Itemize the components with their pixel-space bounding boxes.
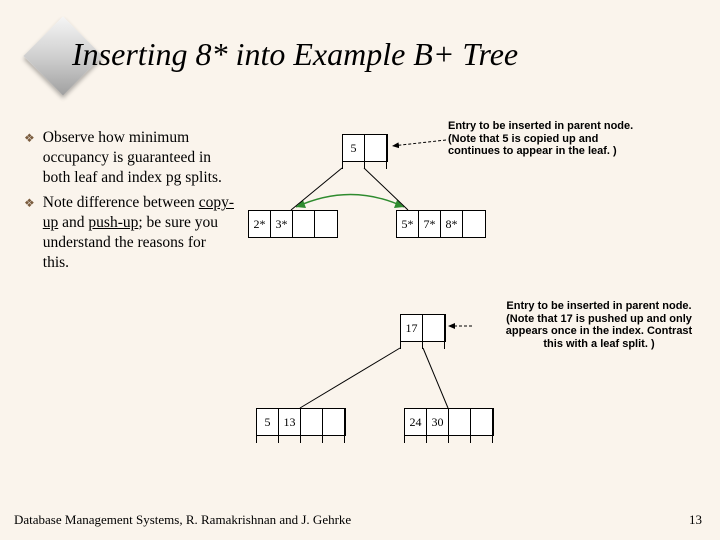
bullet-marker-icon: ❖	[24, 196, 35, 272]
page-number: 13	[689, 512, 702, 528]
node-cell: 2*	[249, 211, 271, 237]
annotation-line: appears once in the index. Contrast	[474, 325, 720, 338]
annotation-line: this with a leaf split. )	[474, 338, 720, 351]
annotation-line: Entry to be inserted in parent node.	[448, 120, 698, 133]
node-cell: 24	[405, 409, 427, 435]
bullet-item: ❖ Note difference between copy-up and pu…	[24, 193, 234, 272]
node-cell: 3*	[271, 211, 293, 237]
node-cell	[449, 409, 471, 435]
index-node-right: 24 30	[404, 408, 494, 436]
bullet-text-mid: and	[58, 214, 88, 231]
node-cell	[423, 315, 445, 341]
bullet-text-u2: push-up	[88, 214, 138, 231]
tree-diagram: 5 Entry to be inserted in parent node. (…	[236, 118, 716, 478]
node-cell: 7*	[419, 211, 441, 237]
parent-node-top: 5	[342, 134, 388, 162]
node-cell: 13	[279, 409, 301, 435]
node-cell	[365, 135, 387, 161]
annotation-line: (Note that 5 is copied up and	[448, 133, 698, 146]
bullet-text-pre: Note difference between	[43, 194, 199, 211]
annotation-push-up: Entry to be inserted in parent node. (No…	[474, 300, 720, 351]
bullet-marker-icon: ❖	[24, 131, 35, 187]
bullet-text: Note difference between copy-up and push…	[43, 193, 234, 272]
bullet-list: ❖ Observe how minimum occupancy is guara…	[24, 128, 234, 279]
node-cell: 5*	[397, 211, 419, 237]
node-cell: 5	[257, 409, 279, 435]
node-cell: 30	[427, 409, 449, 435]
parent-node-mid: 17	[400, 314, 446, 342]
footer-text: Database Management Systems, R. Ramakris…	[14, 512, 351, 528]
node-cell	[293, 211, 315, 237]
slide-title: Inserting 8* into Example B+ Tree	[72, 36, 518, 73]
node-cell	[471, 409, 493, 435]
annotation-line: (Note that 17 is pushed up and only	[474, 313, 720, 326]
node-cell: 5	[343, 135, 365, 161]
annotation-line: continues to appear in the leaf. )	[448, 145, 698, 158]
node-cell	[315, 211, 337, 237]
node-cell	[323, 409, 345, 435]
node-cell	[301, 409, 323, 435]
annotation-copy-up: Entry to be inserted in parent node. (No…	[448, 120, 698, 158]
node-cell: 8*	[441, 211, 463, 237]
node-cell	[463, 211, 485, 237]
bullet-text: Observe how minimum occupancy is guarant…	[43, 128, 234, 187]
leaf-node-right: 5* 7* 8*	[396, 210, 486, 238]
annotation-line: Entry to be inserted in parent node.	[474, 300, 720, 313]
leaf-node-left: 2* 3*	[248, 210, 338, 238]
index-node-left: 5 13	[256, 408, 346, 436]
node-cell: 17	[401, 315, 423, 341]
bullet-item: ❖ Observe how minimum occupancy is guara…	[24, 128, 234, 187]
